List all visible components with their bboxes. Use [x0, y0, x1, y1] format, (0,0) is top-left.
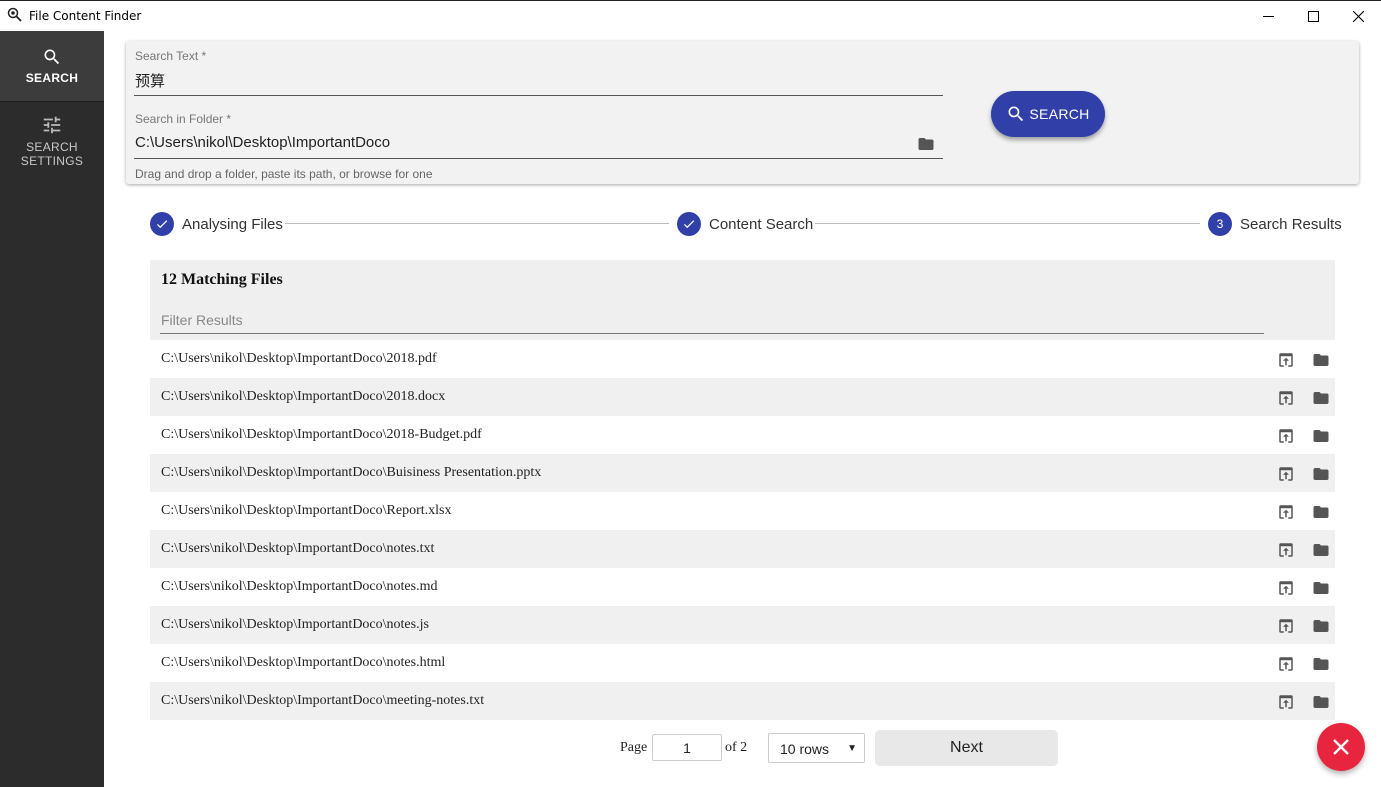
step-search-results: 3 Search Results: [1208, 212, 1342, 236]
open-file-icon[interactable]: [1277, 503, 1295, 521]
sidebar-item-search-settings[interactable]: SEARCH SETTINGS: [0, 102, 104, 170]
filter-results-input[interactable]: Filter Results: [161, 312, 243, 328]
page-count-label: of 2: [725, 740, 748, 755]
browse-folder-icon[interactable]: [917, 135, 935, 153]
file-path: C:\Users\nikol\Desktop\ImportantDoco\201…: [161, 351, 437, 366]
search-icon: [1008, 106, 1024, 122]
table-row[interactable]: C:\Users\nikol\Desktop\ImportantDoco\Bui…: [150, 454, 1335, 492]
open-file-icon[interactable]: [1277, 579, 1295, 597]
step-label: Analysing Files: [182, 215, 283, 233]
sidebar-item-label: SEARCH: [25, 71, 79, 85]
search-text-input[interactable]: 预算: [135, 70, 165, 91]
close-window-button[interactable]: [1335, 1, 1381, 31]
step-label: Content Search: [709, 215, 814, 233]
table-row[interactable]: C:\Users\nikol\Desktop\ImportantDoco\not…: [150, 606, 1335, 644]
table-row[interactable]: C:\Users\nikol\Desktop\ImportantDoco\not…: [150, 568, 1335, 606]
file-path: C:\Users\nikol\Desktop\ImportantDoco\Rep…: [161, 503, 452, 518]
page-label: Page: [620, 740, 648, 755]
search-folder-label: Search in Folder *: [135, 112, 232, 126]
open-file-icon[interactable]: [1277, 427, 1295, 445]
open-file-icon[interactable]: [1277, 389, 1295, 407]
table-row[interactable]: C:\Users\nikol\Desktop\ImportantDoco\Rep…: [150, 492, 1335, 530]
open-folder-icon[interactable]: [1312, 617, 1330, 635]
open-folder-icon[interactable]: [1312, 503, 1330, 521]
file-path: C:\Users\nikol\Desktop\ImportantDoco\Bui…: [161, 465, 542, 480]
maximize-icon: [1307, 10, 1319, 22]
rows-per-page-value: 10 rows: [780, 741, 830, 757]
close-icon: [1352, 10, 1364, 22]
open-file-icon[interactable]: [1277, 655, 1295, 673]
open-folder-icon[interactable]: [1312, 541, 1330, 559]
search-button[interactable]: SEARCH: [991, 91, 1105, 137]
open-folder-icon[interactable]: [1312, 465, 1330, 483]
next-page-button[interactable]: Next: [875, 730, 1058, 766]
open-folder-icon[interactable]: [1312, 389, 1330, 407]
search-folder-helper: Drag and drop a folder, paste its path, …: [135, 167, 433, 181]
check-icon: [150, 212, 174, 236]
open-folder-icon[interactable]: [1312, 427, 1330, 445]
cancel-fab-button[interactable]: [1317, 723, 1365, 771]
close-icon: [1333, 739, 1349, 755]
table-row[interactable]: C:\Users\nikol\Desktop\ImportantDoco\not…: [150, 644, 1335, 682]
step-content-search: Content Search: [677, 212, 813, 236]
title-bar: File Content Finder: [0, 0, 1381, 31]
filter-underline: [160, 333, 1264, 334]
open-file-icon[interactable]: [1277, 693, 1295, 711]
file-path: C:\Users\nikol\Desktop\ImportantDoco\not…: [161, 617, 429, 632]
open-folder-icon[interactable]: [1312, 351, 1330, 369]
app-logo-icon: [7, 7, 22, 22]
tune-icon: [43, 116, 61, 134]
open-file-icon[interactable]: [1277, 541, 1295, 559]
page-number-input[interactable]: 1: [652, 734, 722, 761]
open-file-icon[interactable]: [1277, 351, 1295, 369]
search-icon: [44, 49, 60, 65]
rows-per-page-select[interactable]: 10 rows ▼: [768, 733, 865, 763]
file-path: C:\Users\nikol\Desktop\ImportantDoco\not…: [161, 541, 435, 556]
step-analysing-files: Analysing Files: [150, 212, 283, 236]
table-row[interactable]: C:\Users\nikol\Desktop\ImportantDoco\201…: [150, 340, 1335, 378]
table-row[interactable]: C:\Users\nikol\Desktop\ImportantDoco\not…: [150, 530, 1335, 568]
search-button-label: SEARCH: [1029, 106, 1090, 122]
file-path: C:\Users\nikol\Desktop\ImportantDoco\not…: [161, 655, 446, 670]
sidebar-item-search[interactable]: SEARCH: [0, 31, 104, 102]
window-title: File Content Finder: [29, 9, 142, 23]
search-text-underline: [134, 95, 943, 96]
step-connector: [815, 223, 1200, 224]
step-connector: [285, 223, 669, 224]
open-folder-icon[interactable]: [1312, 693, 1330, 711]
table-row[interactable]: C:\Users\nikol\Desktop\ImportantDoco\201…: [150, 416, 1335, 454]
search-text-label: Search Text *: [135, 49, 207, 63]
open-file-icon[interactable]: [1277, 617, 1295, 635]
sidebar: SEARCH SEARCH SETTINGS: [0, 31, 104, 787]
file-path: C:\Users\nikol\Desktop\ImportantDoco\201…: [161, 427, 482, 442]
table-row[interactable]: C:\Users\nikol\Desktop\ImportantDoco\201…: [150, 378, 1335, 416]
minimize-icon: [1262, 15, 1274, 17]
file-path: C:\Users\nikol\Desktop\ImportantDoco\not…: [161, 579, 438, 594]
minimize-button[interactable]: [1245, 1, 1291, 31]
results-title: 12 Matching Files: [161, 271, 283, 288]
search-folder-underline: [134, 158, 943, 159]
open-file-icon[interactable]: [1277, 465, 1295, 483]
file-path: C:\Users\nikol\Desktop\ImportantDoco\mee…: [161, 693, 485, 708]
search-panel: Search Text * 预算 Search in Folder * C:\U…: [126, 41, 1359, 184]
open-folder-icon[interactable]: [1312, 655, 1330, 673]
step-label: Search Results: [1240, 215, 1342, 233]
table-row[interactable]: C:\Users\nikol\Desktop\ImportantDoco\mee…: [150, 682, 1335, 720]
file-path: C:\Users\nikol\Desktop\ImportantDoco\201…: [161, 389, 446, 404]
open-folder-icon[interactable]: [1312, 579, 1330, 597]
search-folder-input[interactable]: C:\Users\nikol\Desktop\ImportantDoco: [135, 134, 390, 151]
dropdown-arrow-icon: ▼: [847, 743, 857, 754]
maximize-button[interactable]: [1290, 1, 1336, 31]
step-number: 3: [1208, 212, 1232, 236]
results-header: 12 Matching Files Filter Results: [150, 260, 1335, 340]
sidebar-item-label: SEARCH SETTINGS: [20, 140, 84, 168]
check-icon: [677, 212, 701, 236]
